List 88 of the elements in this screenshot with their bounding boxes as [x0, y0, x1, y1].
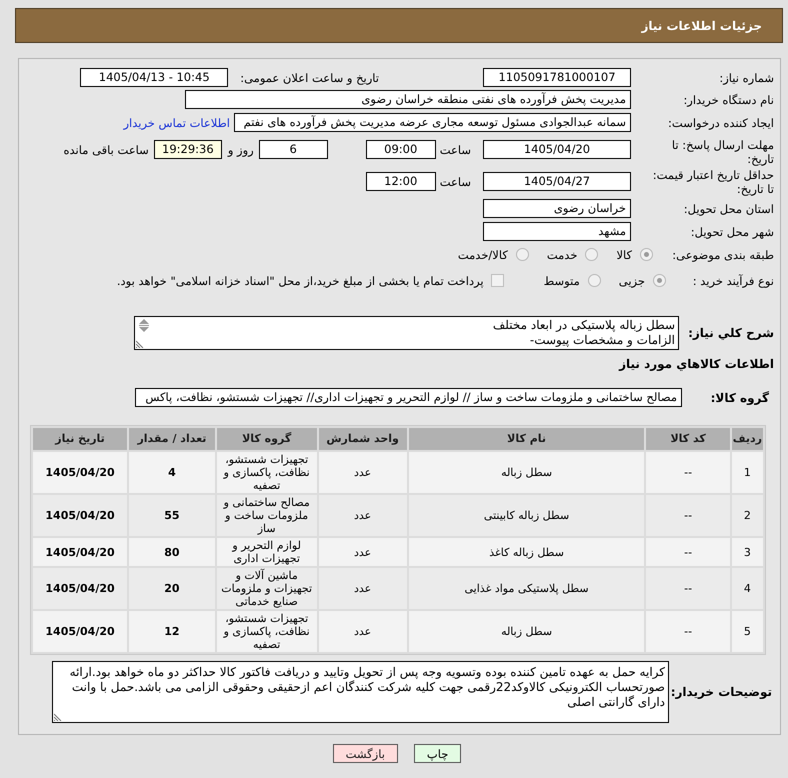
table-cell: سطل زباله	[408, 452, 644, 493]
table-cell: ماشین آلات و تجهیزات و ملزومات صنایع خدماتی	[216, 568, 317, 609]
table-cell: --	[646, 452, 730, 493]
input-field[interactable]: 1105091781000107	[483, 68, 631, 87]
table-cell: 12	[129, 611, 215, 652]
field-label: شماره نیاز:	[718, 70, 774, 84]
table-cell: 1405/04/20	[33, 611, 128, 652]
column-header: گروه کالا	[216, 428, 317, 450]
input-field[interactable]: مشهد	[483, 222, 631, 241]
field-label: شهر محل تحویل:	[690, 224, 774, 238]
table-cell: 1405/04/20	[33, 568, 128, 609]
input-field[interactable]: 1405/04/27	[483, 172, 631, 191]
column-header: تاریخ نیاز	[33, 428, 128, 450]
table-cell: لوازم التحریر و تجهیزات اداری	[216, 538, 317, 566]
scroll-arrows-icon[interactable]	[139, 319, 149, 333]
radio-label: کالا	[616, 248, 632, 262]
field-label: طبقه بندی موضوعی:	[671, 248, 774, 262]
table-cell: سطل پلاستیکی مواد غذایی	[408, 568, 644, 609]
table-cell: 1405/04/20	[33, 452, 128, 493]
field-label: ایجاد کننده درخواست:	[667, 116, 774, 130]
table-cell: 55	[129, 495, 215, 536]
resize-grip-icon[interactable]	[136, 340, 144, 348]
table-cell: 20	[129, 568, 215, 609]
column-header: نام کالا	[408, 428, 644, 450]
table-cell: تجهیزات شستشو، نظافت، پاکسازی و تصفیه	[216, 611, 317, 652]
input-field[interactable]: 09:00	[366, 140, 436, 159]
table-cell: --	[646, 495, 730, 536]
table-cell: 2	[732, 495, 763, 536]
table-cell: عدد	[318, 538, 407, 566]
field-label: ساعت	[440, 142, 471, 156]
section-heading: اطلاعات كالاهاي مورد نياز	[619, 357, 774, 372]
table-cell: سطل زباله	[408, 611, 644, 652]
input-field[interactable]: 6	[258, 140, 328, 159]
column-header: تعداد / مقدار	[129, 428, 215, 450]
radio-label: کالا/خدمت	[458, 248, 508, 262]
field-label: حداقل تاریخ اعتبار قیمت: تا تاریخ:	[652, 168, 774, 196]
table-cell: 4	[732, 568, 763, 609]
table-cell: 4	[129, 452, 215, 493]
table-cell: 1	[732, 452, 763, 493]
field-label: شرح كلي نياز:	[687, 326, 774, 340]
column-header: کد کالا	[646, 428, 730, 450]
table-cell: --	[646, 611, 730, 652]
field-label: مهلت ارسال پاسخ: تا تاریخ:	[670, 138, 774, 166]
description-textarea[interactable]: سطل زباله پلاستیکی در ابعاد مختلف الزامات و مشخصات پیوست-	[134, 316, 679, 350]
table-cell: 1405/04/20	[33, 538, 128, 566]
input-field[interactable]: 1405/04/13 - 10:45	[80, 68, 228, 87]
input-field[interactable]: مصالح ساختمانی و ملزومات ساخت و ساز // لوازم التحریر و تجهیزات اداری// تجهیزات شستشو، نظافت، پاکس	[135, 388, 682, 407]
radio-label: خدمت	[546, 248, 578, 262]
table-cell: تجهیزات شستشو، نظافت، پاکسازی و تصفیه	[216, 452, 317, 493]
field-label: توضیحات خریدار:	[670, 685, 772, 699]
table-cell: 5	[732, 611, 763, 652]
table-cell: عدد	[318, 495, 407, 536]
field-label: ساعت	[440, 174, 471, 188]
field-label: استان محل تحویل:	[682, 202, 774, 216]
checkbox-label: پرداخت تمام یا بخشی از مبلغ خرید،از محل "اسناد خزانه اسلامی" خواهد بود.	[116, 274, 484, 288]
field-label: نام دستگاه خریدار:	[682, 92, 774, 106]
back-button[interactable]: بازگشت	[332, 744, 398, 763]
table-cell: عدد	[318, 568, 407, 609]
field-label: نوع فرآیند خرید :	[692, 274, 774, 288]
table-cell: سطل زباله کاغذ	[408, 538, 644, 566]
radio-label: جزیی	[618, 274, 645, 288]
input-field[interactable]: سمانه عبدالجوادی مسئول توسعه مجاری عرضه مدیریت پخش فرآورده های نفتم	[234, 113, 631, 132]
input-field[interactable]: خراسان رضوی	[483, 199, 631, 218]
contact-link[interactable]: اطلاعات تماس خریدار	[123, 116, 230, 130]
table-cell: 3	[732, 538, 763, 566]
table-cell: 1405/04/20	[33, 495, 128, 536]
field-label: تاریخ و ساعت اعلان عمومی:	[240, 70, 379, 84]
table-cell: مصالح ساختمانی و ملزومات ساخت و ساز	[216, 495, 317, 536]
table-cell: عدد	[318, 611, 407, 652]
field-label: روز و	[228, 142, 254, 156]
input-field[interactable]: 12:00	[366, 172, 436, 191]
table-cell: عدد	[318, 452, 407, 493]
table-cell: 80	[129, 538, 215, 566]
radio-label: متوسط	[544, 274, 580, 288]
table-cell: --	[646, 538, 730, 566]
print-button[interactable]: چاپ	[414, 744, 462, 763]
field-label: ساعت باقی مانده	[64, 142, 149, 156]
table-cell: سطل زباله کابینتی	[408, 495, 644, 536]
resize-grip-icon[interactable]	[54, 713, 62, 721]
input-field[interactable]: 1405/04/20	[483, 140, 631, 159]
input-field[interactable]: مدیریت پخش فرآورده های نفتی منطقه خراسان رضوی	[185, 90, 631, 109]
notes-textarea[interactable]: کرایه حمل به عهده تامین کننده بوده وتسویه وجه پس از تحویل وتایید و دریافت فاکتور کالا حداکثر دو ماه خواهد بود.ارائه صورتحساب الکترونیکی کالاوکد22رقمی جهت کلیه شرکت کنندگان اعم ازحقیقی وحقوقی الزامی می باشد.حمل با وانت دارای گارانتی اصلی	[52, 661, 669, 723]
field-label: گروه كالا:	[710, 390, 769, 404]
page-title: جزئیات اطلاعات نیاز	[641, 18, 762, 34]
column-header: ردیف	[732, 428, 763, 450]
table-cell: --	[646, 568, 730, 609]
countdown-field[interactable]: 19:29:36	[154, 140, 222, 159]
column-header: واحد شمارش	[318, 428, 407, 450]
